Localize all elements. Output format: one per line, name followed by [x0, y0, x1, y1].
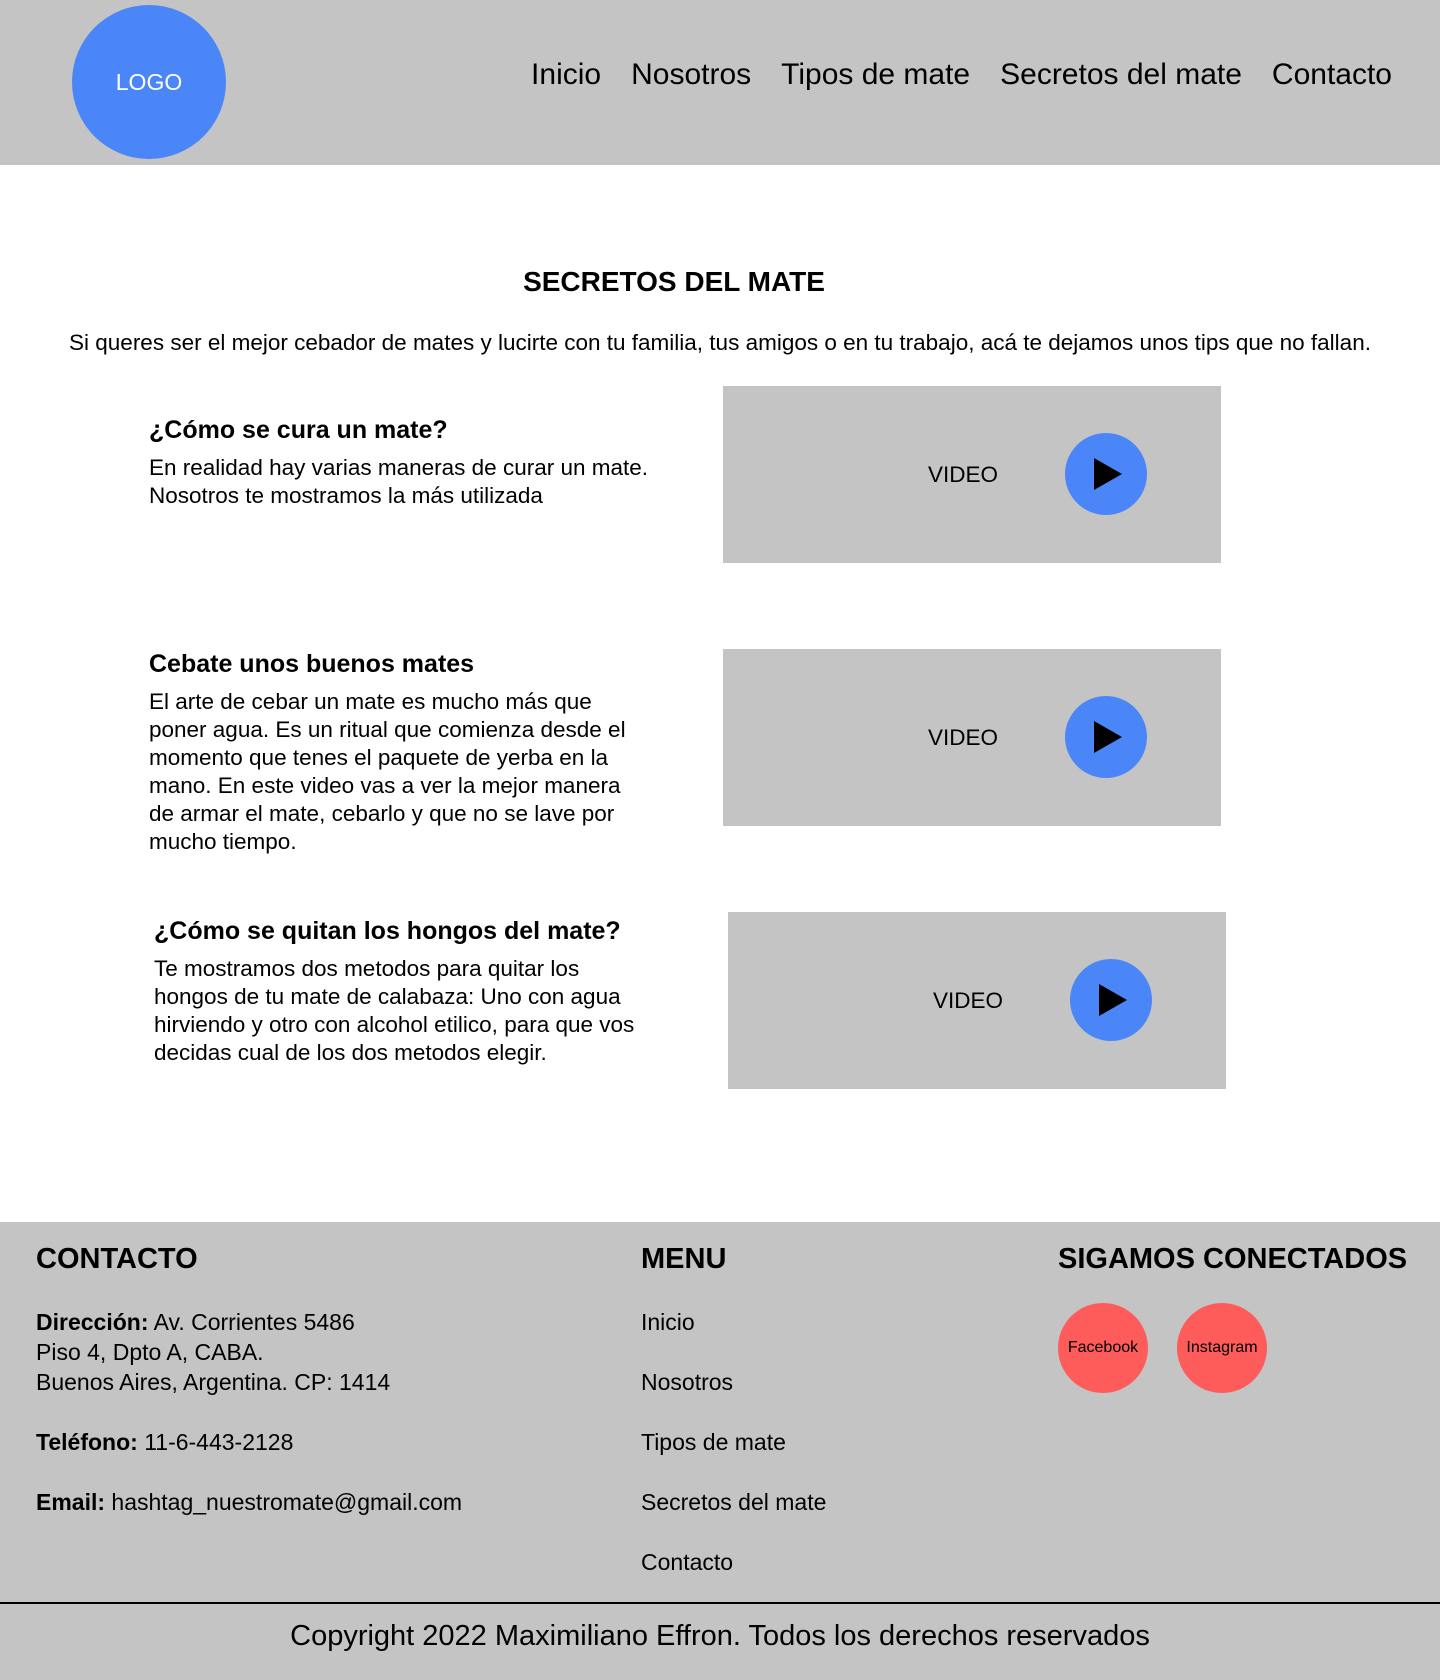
footer-address: Dirección: Av. Corrientes 5486	[36, 1309, 355, 1336]
play-icon	[1099, 984, 1127, 1016]
video-player-curar[interactable]: VIDEO	[723, 386, 1221, 563]
footer-menu-nosotros[interactable]: Nosotros	[641, 1369, 733, 1396]
footer-phone: Teléfono: 11-6-443-2128	[36, 1429, 293, 1456]
footer-menu-inicio[interactable]: Inicio	[641, 1309, 695, 1336]
instagram-button[interactable]: Instagram	[1177, 1303, 1267, 1393]
logo[interactable]: LOGO	[72, 5, 226, 159]
play-icon	[1094, 721, 1122, 753]
page-title: SECRETOS DEL MATE	[523, 266, 825, 297]
section-body-line: hongos de tu mate de calabaza: Uno con a…	[154, 984, 621, 1009]
address-label: Dirección:	[36, 1309, 149, 1335]
video-label: VIDEO	[933, 988, 1004, 1013]
section-body-line: Nosotros te mostramos la más utilizada	[149, 483, 543, 508]
section-body-line: Te mostramos dos metodos para quitar los	[154, 956, 580, 981]
nav-item-inicio[interactable]: Inicio	[531, 58, 601, 92]
nav-item-contacto[interactable]: Contacto	[1272, 58, 1392, 92]
intro-text: Si queres ser el mejor cebador de mates …	[69, 330, 1371, 355]
section-heading-cebar: Cebate unos buenos mates	[149, 650, 475, 678]
main-nav: Inicio Nosotros Tipos de mate Secretos d…	[531, 58, 1392, 92]
video-player-hongos[interactable]: VIDEO	[728, 912, 1226, 1089]
email-label: Email:	[36, 1489, 106, 1515]
phone-value: 11-6-443-2128	[144, 1429, 294, 1455]
section-heading-hongos: ¿Cómo se quitan los hongos del mate?	[154, 917, 621, 945]
phone-label: Teléfono:	[36, 1429, 138, 1455]
footer-menu-contacto[interactable]: Contacto	[641, 1549, 733, 1576]
section-body-line: El arte de cebar un mate es mucho más qu…	[149, 689, 592, 714]
play-icon	[1094, 458, 1122, 490]
address-line: Av. Corrientes 5486	[153, 1309, 355, 1335]
nav-item-tipos-de-mate[interactable]: Tipos de mate	[781, 58, 970, 92]
video-label: VIDEO	[928, 725, 999, 750]
footer-contact-heading: CONTACTO	[36, 1243, 198, 1275]
email-value[interactable]: hashtag_nuestromate@gmail.com	[111, 1489, 462, 1515]
footer-menu-tipos-de-mate[interactable]: Tipos de mate	[641, 1429, 786, 1456]
footer-menu-secretos-del-mate[interactable]: Secretos del mate	[641, 1489, 826, 1516]
footer-email: Email: hashtag_nuestromate@gmail.com	[36, 1489, 462, 1516]
play-button[interactable]	[1070, 959, 1152, 1041]
address-line: Piso 4, Dpto A, CABA.	[36, 1339, 264, 1365]
section-body-hongos: Te mostramos dos metodos para quitar los…	[154, 955, 634, 1067]
video-player-cebar[interactable]: VIDEO	[723, 649, 1221, 826]
footer-menu-heading: MENU	[641, 1243, 727, 1275]
nav-item-nosotros[interactable]: Nosotros	[631, 58, 751, 92]
copyright: Copyright 2022 Maximiliano Effron. Todos…	[290, 1620, 1150, 1652]
section-body-line: hirviendo y otro con alcohol etilico, pa…	[154, 1012, 635, 1037]
section-heading-curar: ¿Cómo se cura un mate?	[149, 416, 448, 444]
video-label: VIDEO	[928, 462, 999, 487]
site-header: LOGO Inicio Nosotros Tipos de mate Secre…	[0, 0, 1440, 165]
section-body-line: mucho tiempo.	[149, 829, 297, 854]
facebook-button[interactable]: Facebook	[1058, 1303, 1148, 1393]
section-body-curar: En realidad hay varias maneras de curar …	[149, 454, 648, 510]
section-body-line: momento que tenes el paquete de yerba en…	[149, 745, 609, 770]
footer-social-heading: SIGAMOS CONECTADOS	[1058, 1243, 1408, 1275]
section-body-line: mano. En este video vas a ver la mejor m…	[149, 773, 621, 798]
section-body-line: En realidad hay varias maneras de curar …	[149, 455, 649, 480]
play-button[interactable]	[1065, 433, 1147, 515]
section-body-line: decidas cual de los dos metodos elegir.	[154, 1040, 547, 1065]
section-body-line: poner agua. Es un ritual que comienza de…	[149, 717, 626, 742]
address-line: Buenos Aires, Argentina. CP: 1414	[36, 1369, 391, 1395]
play-button[interactable]	[1065, 696, 1147, 778]
footer-divider	[0, 1602, 1440, 1604]
section-body-line: de armar el mate, cebarlo y que no se la…	[149, 801, 615, 826]
section-body-cebar: El arte de cebar un mate es mucho más qu…	[149, 688, 626, 856]
nav-item-secretos-del-mate[interactable]: Secretos del mate	[1000, 58, 1242, 92]
